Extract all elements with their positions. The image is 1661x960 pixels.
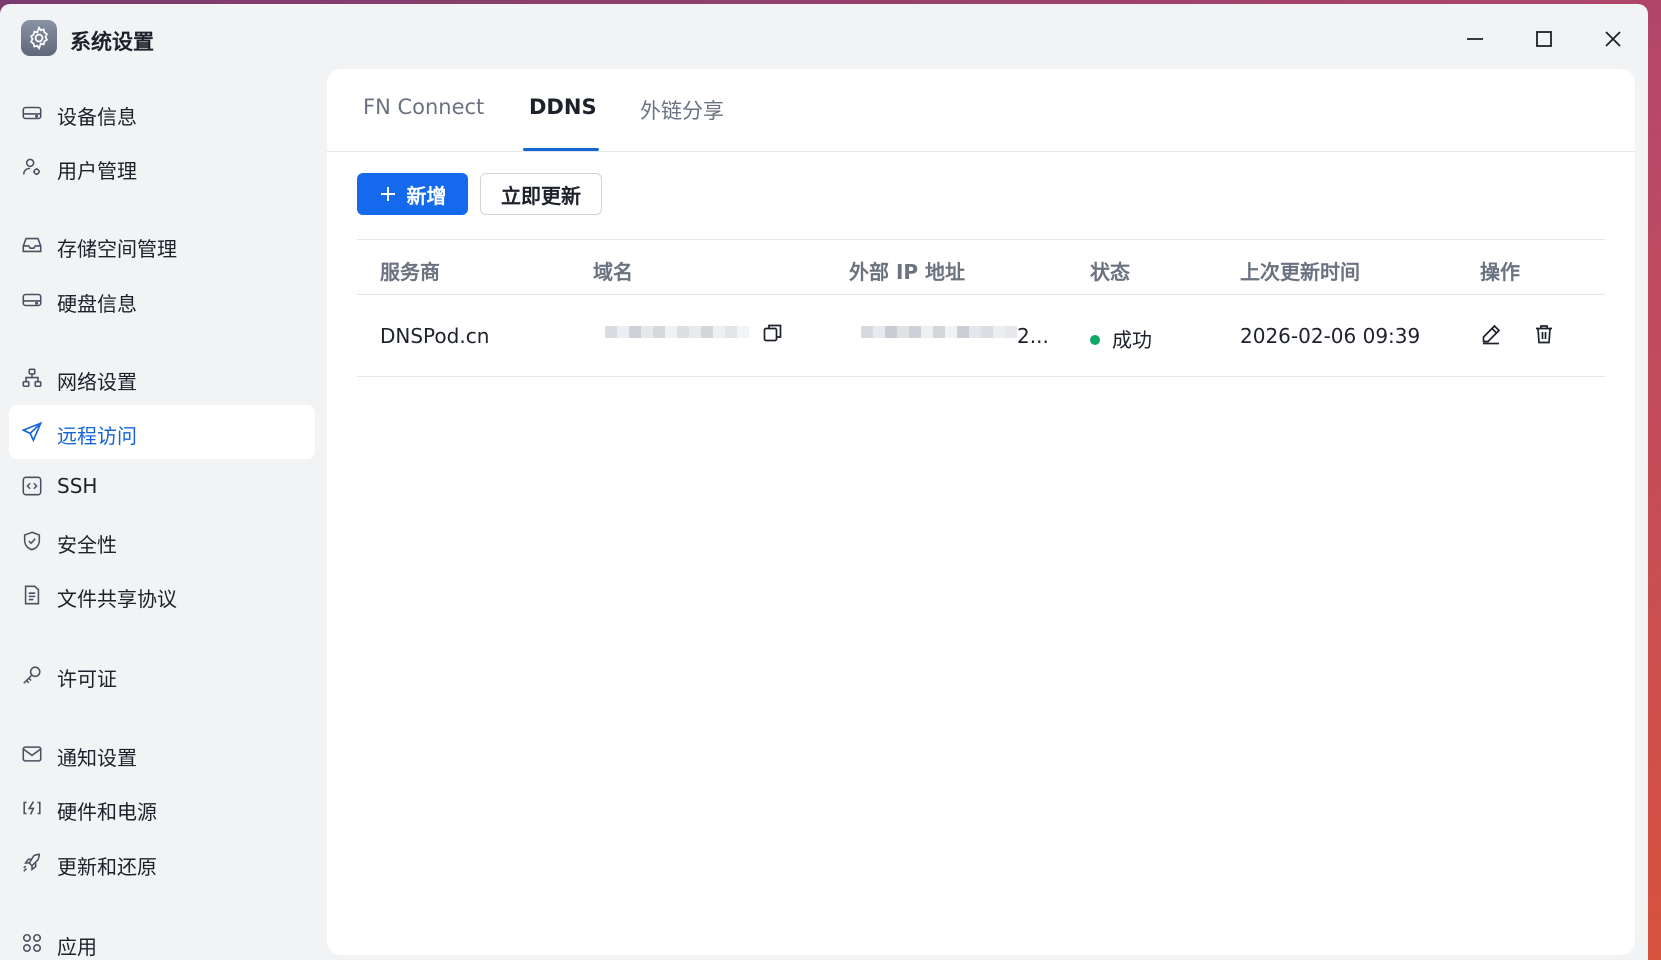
pencil-icon bbox=[1482, 324, 1501, 345]
sidebar-item-label: 设备信息 bbox=[57, 105, 137, 129]
minimize-icon bbox=[1467, 38, 1483, 40]
sidebar-item-update-restore[interactable]: 更新和还原 bbox=[9, 836, 315, 890]
column-header-provider: 服务商 bbox=[380, 260, 440, 284]
window-title: 系统设置 bbox=[70, 30, 154, 54]
column-header-last-update: 上次更新时间 bbox=[1240, 260, 1360, 284]
sidebar-item-label: 应用 bbox=[57, 935, 97, 959]
send-icon bbox=[21, 421, 43, 443]
apps-icon bbox=[22, 933, 42, 953]
sidebar-item-license[interactable]: 许可证 bbox=[9, 648, 315, 702]
plus-icon bbox=[380, 187, 395, 201]
code-icon bbox=[22, 476, 42, 496]
sidebar-item-storage[interactable]: 存储空间管理 bbox=[9, 218, 315, 272]
settings-window: 系统设置 设备信息 用户管理 存储空间管理 硬盘信息 网络设置 远程访问 SSH… bbox=[0, 4, 1648, 960]
user-gear-icon bbox=[22, 158, 41, 176]
copy-icon[interactable] bbox=[762, 322, 784, 344]
status-success-dot bbox=[1090, 334, 1100, 345]
key-icon bbox=[23, 666, 41, 684]
table-header: 服务商 域名 外部 IP 地址 状态 上次更新时间 操作 bbox=[357, 239, 1605, 295]
maximize-button[interactable] bbox=[1527, 22, 1561, 56]
status-text: 成功 bbox=[1112, 328, 1152, 352]
tab-ddns[interactable]: DDNS bbox=[529, 95, 597, 119]
sidebar-item-remote-access[interactable]: 远程访问 bbox=[9, 405, 315, 459]
trash-icon bbox=[1536, 325, 1552, 344]
active-tab-indicator bbox=[523, 148, 599, 151]
tab-bar: FN Connect DDNS 外链分享 bbox=[327, 69, 1635, 152]
close-button[interactable] bbox=[1596, 22, 1630, 56]
network-icon bbox=[22, 368, 42, 388]
title-bar: 系统设置 bbox=[0, 4, 1648, 68]
sidebar-item-apps[interactable]: 应用 bbox=[9, 916, 315, 960]
sidebar-item-label: 远程访问 bbox=[57, 424, 137, 448]
sidebar-item-label: 用户管理 bbox=[57, 159, 137, 183]
power-icon bbox=[23, 801, 41, 815]
sidebar-item-device-info[interactable]: 设备信息 bbox=[9, 86, 315, 140]
tab-fn-connect[interactable]: FN Connect bbox=[363, 95, 484, 119]
settings-gear-icon bbox=[21, 20, 57, 56]
last-update-cell: 2026-02-06 09:39 bbox=[1240, 324, 1421, 348]
delete-button[interactable] bbox=[1530, 320, 1558, 348]
sidebar-item-label: 硬盘信息 bbox=[57, 292, 137, 316]
minimize-button[interactable] bbox=[1458, 22, 1492, 56]
sidebar-item-network[interactable]: 网络设置 bbox=[9, 351, 315, 405]
inbox-icon bbox=[22, 237, 42, 253]
sidebar-item-label: SSH bbox=[57, 474, 98, 498]
sidebar-item-security[interactable]: 安全性 bbox=[9, 514, 315, 568]
column-header-actions: 操作 bbox=[1480, 260, 1520, 284]
maximize-icon bbox=[1536, 31, 1552, 47]
content-panel: FN Connect DDNS 外链分享 新增 立即更新 服务商 域名 外部 I… bbox=[327, 69, 1635, 955]
add-button[interactable]: 新增 bbox=[357, 173, 468, 215]
drive-icon bbox=[22, 106, 42, 120]
sidebar-item-label: 网络设置 bbox=[57, 370, 137, 394]
sidebar-item-label: 存储空间管理 bbox=[57, 237, 177, 261]
sidebar-item-user-management[interactable]: 用户管理 bbox=[9, 140, 315, 194]
edit-button[interactable] bbox=[1477, 320, 1505, 348]
shield-check-icon bbox=[23, 531, 41, 551]
mail-icon bbox=[22, 746, 42, 762]
document-icon bbox=[24, 585, 40, 605]
sidebar-item-hardware-power[interactable]: 硬件和电源 bbox=[9, 781, 315, 835]
sidebar-item-label: 许可证 bbox=[57, 667, 117, 691]
sidebar-item-label: 硬件和电源 bbox=[57, 800, 157, 824]
column-header-domain: 域名 bbox=[593, 260, 633, 284]
table-row: DNSPod.cn 2... 成功 2026-02-06 09:39 bbox=[357, 294, 1605, 377]
update-now-button[interactable]: 立即更新 bbox=[480, 173, 602, 215]
tab-external-link-share[interactable]: 外链分享 bbox=[640, 95, 724, 125]
status-cell: 成功 bbox=[1090, 324, 1152, 353]
drive-icon bbox=[22, 293, 42, 307]
close-icon bbox=[1605, 31, 1621, 47]
sidebar-item-file-sharing[interactable]: 文件共享协议 bbox=[9, 568, 315, 622]
external-ip-suffix: 2... bbox=[1017, 324, 1049, 348]
sidebar-item-label: 安全性 bbox=[57, 533, 117, 557]
column-header-status: 状态 bbox=[1090, 260, 1130, 284]
sidebar: 设备信息 用户管理 存储空间管理 硬盘信息 网络设置 远程访问 SSH 安全性 bbox=[0, 68, 325, 960]
sidebar-item-label: 更新和还原 bbox=[57, 855, 157, 879]
sidebar-item-label: 文件共享协议 bbox=[57, 587, 177, 611]
add-button-label: 新增 bbox=[406, 183, 447, 208]
sidebar-item-ssh[interactable]: SSH bbox=[9, 459, 315, 513]
redacted-external-ip bbox=[861, 326, 1017, 338]
rocket-icon bbox=[23, 853, 41, 872]
redacted-domain bbox=[605, 326, 749, 338]
sidebar-item-label: 通知设置 bbox=[57, 746, 137, 770]
sidebar-item-disk-info[interactable]: 硬盘信息 bbox=[9, 273, 315, 327]
sidebar-item-notifications[interactable]: 通知设置 bbox=[9, 727, 315, 781]
provider-cell: DNSPod.cn bbox=[380, 324, 490, 348]
column-header-external-ip: 外部 IP 地址 bbox=[849, 260, 966, 284]
